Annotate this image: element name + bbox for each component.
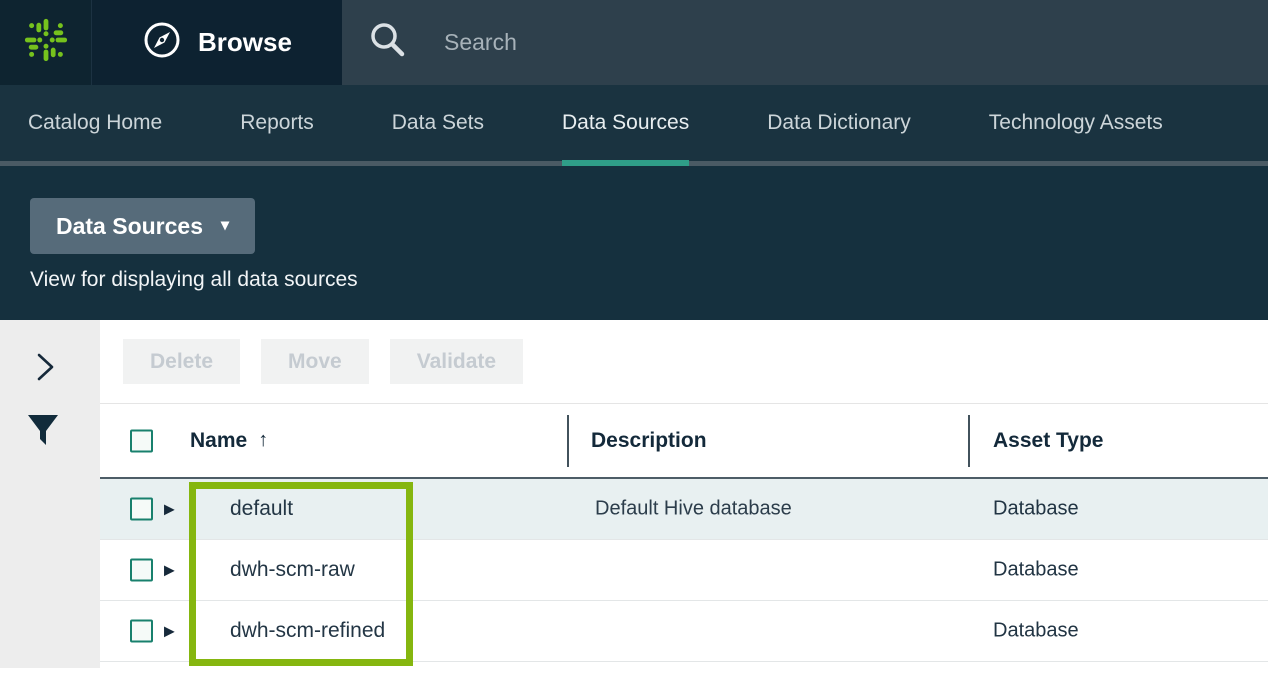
cell-asset-type: Database [993, 498, 1079, 521]
move-button[interactable]: Move [261, 339, 369, 384]
nav-tab-catalog-home[interactable]: Catalog Home [28, 85, 162, 161]
app-logo[interactable] [0, 0, 92, 85]
sort-asc-icon: ↑ [258, 429, 268, 452]
cell-asset-type: Database [993, 559, 1079, 582]
select-all-checkbox[interactable] [130, 429, 153, 452]
top-bar: Browse Search [0, 0, 1268, 85]
column-header-description[interactable]: Description [591, 429, 707, 453]
nav-tab-data-sources[interactable]: Data Sources [562, 85, 689, 161]
browse-label: Browse [198, 27, 292, 58]
content-area: Delete Move Validate Name ↑ Description … [0, 320, 1268, 679]
search-icon [368, 20, 408, 65]
search-placeholder: Search [444, 29, 517, 56]
column-divider [968, 415, 970, 467]
data-sources-table: Name ↑ Description Asset Type ▶ default … [100, 404, 1268, 662]
logo-icon [23, 17, 69, 68]
sidebar-expand-button[interactable] [34, 352, 58, 387]
browse-button[interactable]: Browse [92, 0, 342, 85]
nav-tab-data-dictionary[interactable]: Data Dictionary [767, 85, 911, 161]
expand-row-icon[interactable]: ▶ [164, 623, 175, 640]
cell-name[interactable]: default [230, 497, 293, 521]
view-selector-dropdown[interactable]: Data Sources ▾ [30, 198, 255, 254]
compass-icon [142, 20, 182, 65]
view-header: Data Sources ▾ View for displaying all d… [0, 166, 1268, 320]
cell-name[interactable]: dwh-scm-refined [230, 619, 385, 643]
bulk-actions-toolbar: Delete Move Validate [100, 320, 1268, 404]
row-checkbox[interactable] [130, 498, 153, 521]
chevron-down-icon: ▾ [221, 218, 229, 234]
column-divider [567, 415, 569, 467]
column-header-name-label: Name [190, 429, 247, 453]
nav-tab-technology-assets[interactable]: Technology Assets [989, 85, 1163, 161]
cell-asset-type: Database [993, 620, 1079, 643]
table-header-row: Name ↑ Description Asset Type [100, 404, 1268, 479]
cell-description: Default Hive database [595, 498, 792, 521]
delete-button[interactable]: Delete [123, 339, 240, 384]
expand-row-icon[interactable]: ▶ [164, 562, 175, 579]
search-input[interactable]: Search [342, 0, 1268, 85]
expand-row-icon[interactable]: ▶ [164, 501, 175, 518]
row-checkbox[interactable] [130, 559, 153, 582]
row-checkbox[interactable] [130, 620, 153, 643]
cell-name[interactable]: dwh-scm-raw [230, 558, 355, 582]
column-header-asset-type[interactable]: Asset Type [993, 429, 1104, 453]
view-description: View for displaying all data sources [30, 268, 1268, 292]
nav-tab-data-sets[interactable]: Data Sets [392, 85, 484, 161]
nav-tab-reports[interactable]: Reports [240, 85, 314, 161]
table-row[interactable]: ▶ dwh-scm-raw Database [100, 540, 1268, 601]
view-selector-label: Data Sources [56, 213, 203, 240]
column-header-name[interactable]: Name ↑ [190, 429, 268, 453]
filter-icon[interactable] [27, 414, 59, 457]
primary-nav: Catalog Home Reports Data Sets Data Sour… [0, 85, 1268, 166]
table-row[interactable]: ▶ dwh-scm-refined Database [100, 601, 1268, 662]
filter-sidebar [0, 320, 100, 668]
validate-button[interactable]: Validate [390, 339, 523, 384]
table-row[interactable]: ▶ default Default Hive database Database [100, 479, 1268, 540]
